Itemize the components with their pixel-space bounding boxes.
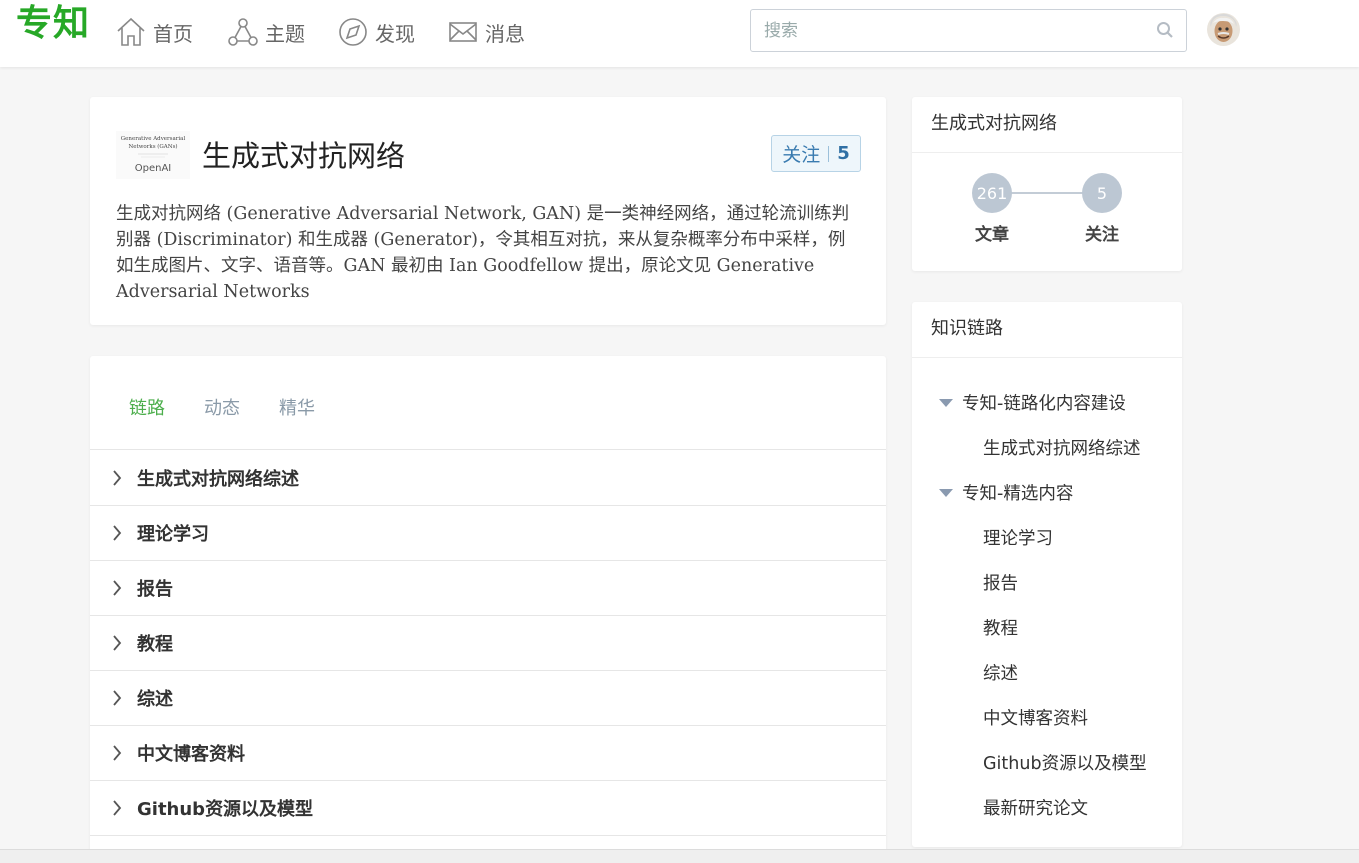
tree-item[interactable]: 最新研究论文 bbox=[983, 795, 1088, 820]
tree-item[interactable]: 生成式对抗网络综述 bbox=[983, 435, 1141, 460]
tree-group-label: 专知-精选内容 bbox=[962, 484, 1074, 504]
search-input[interactable] bbox=[751, 10, 1131, 51]
chevron-right-icon bbox=[112, 635, 126, 651]
follow-button-label: 关注 bbox=[782, 144, 821, 166]
follow-count-badge[interactable]: 5 bbox=[1082, 173, 1122, 213]
tree-item[interactable]: 教程 bbox=[983, 615, 1018, 640]
follow-divider bbox=[828, 145, 830, 162]
follow-label: 关注 bbox=[1085, 225, 1119, 245]
tab-activity[interactable]: 动态 bbox=[204, 394, 240, 420]
nav-home[interactable]: 首页 bbox=[115, 14, 193, 50]
chevron-right-icon bbox=[112, 800, 126, 816]
tree-group-featured[interactable]: 专知-精选内容 bbox=[939, 480, 1073, 505]
list-item[interactable]: 中文博客资料 bbox=[90, 726, 886, 781]
topic-stats-card: 生成式对抗网络 261 5 文章 关注 bbox=[912, 97, 1182, 271]
search-box bbox=[750, 9, 1187, 52]
topic-card: Generative Adversarial Networks (GANs) O… bbox=[90, 97, 886, 325]
list-item-label: 教程 bbox=[137, 634, 173, 655]
caret-down-icon bbox=[939, 488, 953, 497]
list-item-label: 综述 bbox=[137, 689, 173, 710]
user-avatar[interactable] bbox=[1207, 13, 1240, 46]
articles-count-badge[interactable]: 261 bbox=[972, 173, 1012, 213]
tab-links[interactable]: 链路 bbox=[129, 394, 165, 420]
list-item-label: Github资源以及模型 bbox=[137, 799, 314, 820]
stats-card-title: 生成式对抗网络 bbox=[912, 97, 1182, 153]
list-item[interactable]: 报告 bbox=[90, 561, 886, 616]
chevron-right-icon bbox=[112, 580, 126, 596]
content-list-card: 链路 动态 精华 生成式对抗网络综述 理论学习 报告 教程 综述 中文博客资料 … bbox=[90, 356, 886, 856]
chevron-right-icon bbox=[112, 525, 126, 541]
tree-item[interactable]: 中文博客资料 bbox=[983, 705, 1088, 730]
tab-featured[interactable]: 精华 bbox=[279, 394, 315, 420]
bottom-status-bar bbox=[0, 849, 1359, 863]
nav-messages[interactable]: 消息 bbox=[447, 14, 525, 50]
site-logo[interactable]: 专知 bbox=[16, 2, 90, 46]
tree-item[interactable]: 报告 bbox=[983, 570, 1018, 595]
list-item-label: 理论学习 bbox=[137, 524, 209, 545]
chevron-right-icon bbox=[112, 470, 126, 486]
thumb-line-2: Networks (GANs) bbox=[128, 143, 177, 150]
home-icon bbox=[115, 16, 147, 48]
knowledge-chain-title: 知识链路 bbox=[912, 302, 1182, 358]
list-item[interactable]: Github资源以及模型 bbox=[90, 781, 886, 836]
thumb-line-1: Generative Adversarial bbox=[121, 136, 186, 142]
list-item-label: 生成式对抗网络综述 bbox=[137, 469, 299, 490]
nav-topics[interactable]: 主题 bbox=[227, 14, 305, 50]
nav-topics-label: 主题 bbox=[265, 21, 305, 46]
compass-icon bbox=[337, 16, 369, 48]
tree-item[interactable]: 理论学习 bbox=[983, 525, 1053, 550]
nav-home-label: 首页 bbox=[153, 21, 193, 46]
list-item-label: 报告 bbox=[137, 579, 173, 600]
thumb-line-3: OpenAI bbox=[135, 163, 172, 174]
list-item[interactable]: 综述 bbox=[90, 671, 886, 726]
tree-item[interactable]: Github资源以及模型 bbox=[983, 750, 1147, 775]
list-item-label: 中文博客资料 bbox=[137, 744, 245, 765]
topic-icon bbox=[227, 16, 259, 48]
mail-icon bbox=[447, 16, 479, 48]
tree-group-content-building[interactable]: 专知-链路化内容建设 bbox=[939, 390, 1126, 415]
knowledge-chain-card: 知识链路 专知-链路化内容建设 生成式对抗网络综述 专知-精选内容 理论学习 报… bbox=[912, 302, 1182, 847]
tree-item[interactable]: 综述 bbox=[983, 660, 1018, 685]
caret-down-icon bbox=[939, 398, 953, 407]
nav-messages-label: 消息 bbox=[485, 21, 525, 46]
chevron-right-icon bbox=[112, 690, 126, 706]
list-item[interactable]: 理论学习 bbox=[90, 506, 886, 561]
top-navbar: 专知 首页 主题 发现 消息 bbox=[0, 0, 1359, 67]
topic-thumbnail: Generative Adversarial Networks (GANs) O… bbox=[116, 131, 190, 179]
topic-title: 生成式对抗网络 bbox=[202, 139, 406, 173]
chevron-right-icon bbox=[112, 745, 126, 761]
follow-count: 5 bbox=[837, 143, 850, 164]
list-item[interactable]: 生成式对抗网络综述 bbox=[90, 451, 886, 506]
search-icon[interactable] bbox=[1156, 21, 1174, 43]
tree-group-label: 专知-链路化内容建设 bbox=[962, 394, 1126, 414]
follow-button[interactable]: 关注 5 bbox=[771, 135, 861, 172]
nav-discover-label: 发现 bbox=[375, 21, 415, 46]
topic-description: 生成对抗网络 (Generative Adversarial Network, … bbox=[116, 204, 850, 302]
tab-bar: 链路 动态 精华 bbox=[90, 356, 886, 450]
articles-label: 文章 bbox=[975, 225, 1009, 245]
list-item[interactable]: 教程 bbox=[90, 616, 886, 671]
nav-discover[interactable]: 发现 bbox=[337, 14, 415, 50]
